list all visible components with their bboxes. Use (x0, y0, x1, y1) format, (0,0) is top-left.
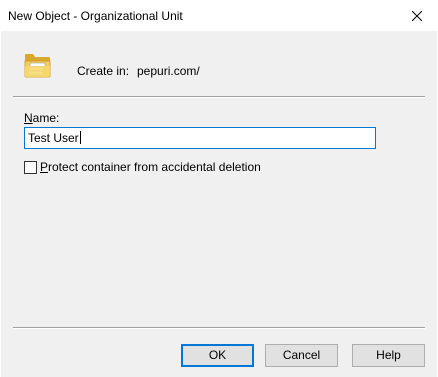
cancel-button[interactable]: Cancel (265, 344, 338, 367)
name-input-value: Test User (28, 131, 79, 145)
window-title: New Object - Organizational Unit (8, 9, 183, 23)
folder-icon (23, 52, 53, 80)
help-button[interactable]: Help (352, 344, 425, 367)
protect-label-text: rotect container from accidental deletio… (48, 160, 261, 174)
create-in-path: pepuri.com/ (137, 64, 200, 78)
name-input[interactable]: Test User (24, 127, 376, 149)
close-icon (412, 11, 422, 21)
dialog-body: Create in: pepuri.com/ Name: Test User P… (1, 31, 437, 377)
ok-button[interactable]: OK (181, 344, 254, 367)
dialog-window: New Object - Organizational Unit Create … (0, 0, 438, 377)
close-button[interactable] (404, 4, 430, 28)
protect-container-label[interactable]: Protect container from accidental deleti… (40, 160, 261, 174)
name-label-text: ame: (32, 111, 60, 125)
protect-container-checkbox[interactable] (24, 161, 37, 174)
name-label: Name: (24, 111, 59, 125)
divider (13, 327, 425, 329)
name-label-mnemonic: N (24, 111, 33, 125)
protect-label-mnemonic: P (40, 160, 49, 174)
title-bar[interactable]: New Object - Organizational Unit (0, 0, 438, 31)
text-caret (79, 131, 81, 144)
divider (13, 96, 425, 98)
create-in-label: Create in: (77, 64, 130, 78)
